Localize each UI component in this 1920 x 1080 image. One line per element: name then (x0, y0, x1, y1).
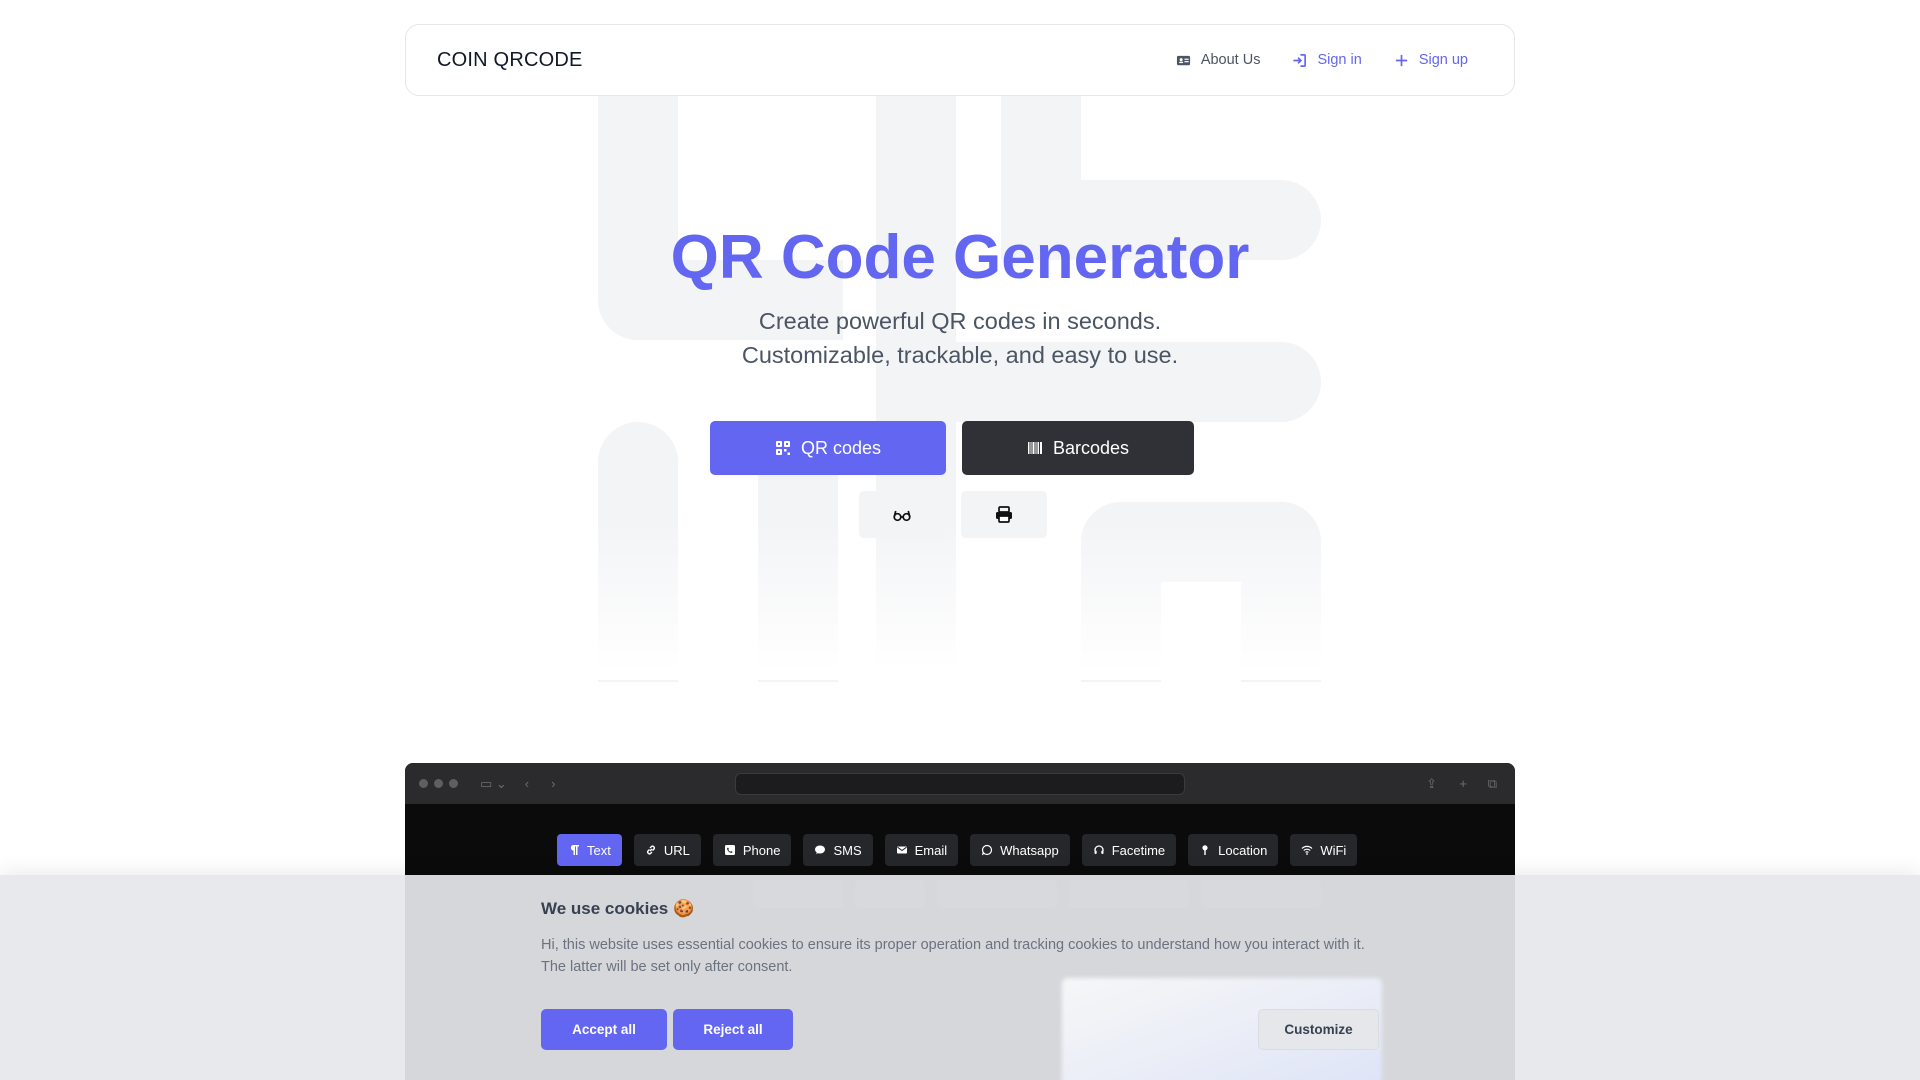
tab-label: SMS (833, 842, 862, 858)
headset-icon (1094, 845, 1104, 854)
wifi-icon (1301, 845, 1313, 855)
barcodes-label: Barcodes (1052, 437, 1130, 458)
tab-url[interactable]: URL (633, 834, 701, 866)
hero-subtitle-line-2: Customizable, trackable, and easy to use… (741, 342, 1179, 368)
reject-all-button[interactable]: Reject all (673, 1009, 793, 1050)
brand-logo[interactable]: COIN QRCODE (437, 49, 583, 72)
qr-type-tabs: Text URL Phone SMS Email Whatsapp Faceti… (557, 834, 1358, 866)
sms-icon (815, 845, 826, 854)
about-us-link[interactable]: About Us (1176, 52, 1261, 68)
tab-label: WiFi (1320, 842, 1347, 858)
secondary-icon-buttons (859, 491, 1047, 538)
cookie-title: We use cookies 🍪 (541, 899, 695, 918)
glasses-button[interactable] (859, 491, 945, 538)
tab-facetime[interactable]: Facetime (1081, 834, 1177, 866)
tab-location[interactable]: Location (1188, 834, 1279, 866)
tab-whatsapp[interactable]: Whatsapp (970, 834, 1070, 866)
cookie-description: Hi, this website uses essential cookies … (541, 937, 1365, 975)
new-tab-icon: + (1459, 776, 1467, 791)
tab-label: URL (663, 842, 690, 858)
print-button[interactable] (961, 491, 1047, 538)
tab-sms[interactable]: SMS (803, 834, 873, 866)
link-icon (646, 845, 655, 855)
tabs-overview-icon: ⧉ (1487, 775, 1497, 791)
page: COIN QRCODE About Us Sign in Sign up QR … (0, 0, 1920, 1080)
barcodes-button[interactable]: Barcodes (962, 421, 1194, 475)
tab-label: Email (914, 842, 948, 858)
glasses-icon (893, 510, 911, 521)
tab-label: Text (587, 842, 611, 858)
hero-subtitle-line-1: Create powerful QR codes in seconds. (758, 308, 1162, 334)
share-icon: ⇪ (1426, 775, 1437, 791)
tab-label: Whatsapp (1000, 842, 1059, 858)
email-icon (896, 846, 907, 854)
nav-links: About Us Sign in Sign up (1176, 52, 1468, 68)
phone-icon (724, 845, 735, 855)
back-icon: ‹ (524, 776, 530, 791)
browser-toolbar: ▭ ⌄ ‹ › ⇪ + ⧉ (405, 763, 1515, 804)
cookie-banner: We use cookies 🍪 Hi, this website uses e… (0, 875, 1920, 1080)
tab-wifi[interactable]: WiFi (1290, 834, 1358, 866)
id-card-icon (1176, 55, 1190, 65)
sign-up-link[interactable]: Sign up (1394, 52, 1468, 68)
tab-text[interactable]: Text (557, 834, 622, 866)
hero-title: QR Code Generator (670, 223, 1250, 292)
window-controls (419, 779, 458, 788)
hero-subtitle: Create powerful QR codes in seconds. Cus… (0, 304, 1920, 372)
customize-button[interactable]: Customize (1258, 1009, 1379, 1050)
sidebar-toggle-icon: ▭ ⌄ (480, 775, 507, 791)
accept-all-button[interactable]: Accept all (541, 1009, 667, 1050)
sign-in-link[interactable]: Sign in (1292, 52, 1362, 68)
forward-icon: › (551, 776, 556, 791)
print-icon (996, 505, 1012, 523)
address-bar (735, 773, 1185, 795)
background-fade (560, 520, 1360, 680)
sign-in-label: Sign in (1317, 52, 1362, 68)
tab-label: Location (1218, 842, 1268, 858)
tab-label: Facetime (1111, 842, 1166, 858)
qr-grid-icon (775, 441, 790, 455)
navbar: COIN QRCODE About Us Sign in Sign up (405, 24, 1515, 96)
tab-label: Phone (742, 842, 781, 858)
mode-buttons: QR codes Barcodes (710, 421, 1194, 475)
plus-icon (1395, 54, 1407, 66)
qr-codes-button[interactable]: QR codes (710, 421, 946, 475)
about-us-label: About Us (1200, 52, 1261, 68)
barcode-icon (1027, 442, 1042, 454)
whatsapp-icon (982, 844, 993, 856)
sign-in-icon (1293, 53, 1307, 67)
qr-codes-label: QR codes (800, 437, 882, 458)
sign-up-label: Sign up (1418, 52, 1468, 68)
paragraph-icon (570, 845, 579, 855)
pin-icon (1202, 845, 1208, 855)
tab-phone[interactable]: Phone (712, 834, 792, 866)
tab-email[interactable]: Email (884, 834, 959, 866)
